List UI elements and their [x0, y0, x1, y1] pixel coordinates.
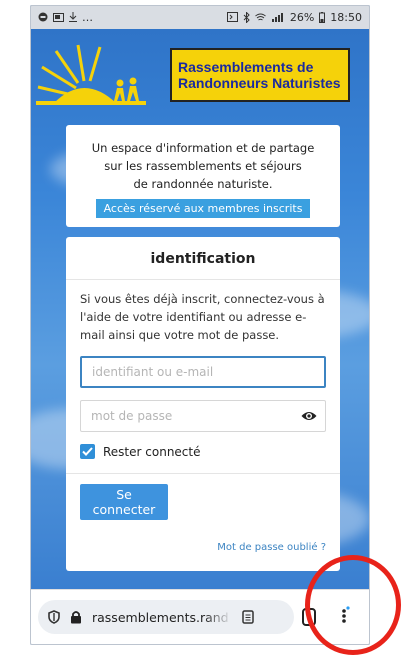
nfc-icon	[226, 12, 238, 22]
username-input[interactable]	[90, 364, 316, 380]
username-field-container	[80, 356, 326, 388]
site-banner: Rassemblements de Randonneurs Naturistes	[170, 48, 350, 102]
notification-icon	[38, 12, 48, 22]
clock: 18:50	[330, 10, 362, 24]
forgot-password-link[interactable]: Mot de passe oublié ?	[217, 542, 326, 553]
remember-me-row[interactable]: Rester connecté	[80, 444, 326, 459]
login-button[interactable]: Se connecter	[80, 484, 168, 520]
sun-hikers-logo-icon	[36, 44, 146, 105]
info-line-1: Un espace d'information et de partage	[91, 141, 315, 155]
banner-title-line2: Randonneurs Naturistes	[178, 75, 341, 91]
password-field-container	[80, 400, 326, 432]
info-line-2: sur les rassemblements et séjours	[104, 159, 302, 173]
address-bar[interactable]: rassemblements.rand	[38, 600, 294, 634]
phone-screen: … 26% 18:50 Rassemblements de Randonneur…	[30, 5, 370, 645]
info-line-3: de randonnée naturiste.	[133, 177, 273, 191]
status-more: …	[82, 10, 93, 24]
divider	[66, 473, 340, 474]
status-bar: … 26% 18:50	[30, 5, 370, 29]
show-password-eye-icon[interactable]	[301, 408, 317, 424]
annotation-circle	[305, 555, 401, 655]
lock-icon	[71, 611, 81, 624]
url-text[interactable]: rassemblements.rand	[92, 610, 232, 625]
signal-icon	[271, 13, 283, 22]
status-right: 26% 18:50	[226, 10, 362, 24]
password-input[interactable]	[89, 408, 301, 424]
check-icon	[82, 447, 93, 456]
download-icon	[69, 12, 77, 22]
battery-percent: 26%	[289, 10, 315, 24]
banner-title-line1: Rassemblements de	[178, 59, 314, 75]
access-badge: Accès réservé aux membres inscrits	[95, 199, 311, 218]
wifi-icon	[255, 13, 266, 20]
bluetooth-icon	[243, 11, 250, 23]
battery-icon	[319, 11, 326, 23]
status-left: …	[38, 11, 93, 24]
shield-icon[interactable]	[48, 610, 60, 624]
divider	[66, 279, 340, 280]
remember-me-checkbox[interactable]	[80, 444, 95, 459]
reader-mode-icon[interactable]	[242, 610, 254, 624]
login-card: identification Si vous êtes déjà inscrit…	[66, 237, 340, 571]
login-intro: Si vous êtes déjà inscrit, connectez-vou…	[80, 292, 325, 342]
remember-me-label: Rester connecté	[103, 444, 201, 459]
screen-cast-icon	[53, 12, 64, 22]
login-title: identification	[150, 251, 256, 267]
info-card: Un espace d'information et de partage su…	[66, 125, 340, 227]
